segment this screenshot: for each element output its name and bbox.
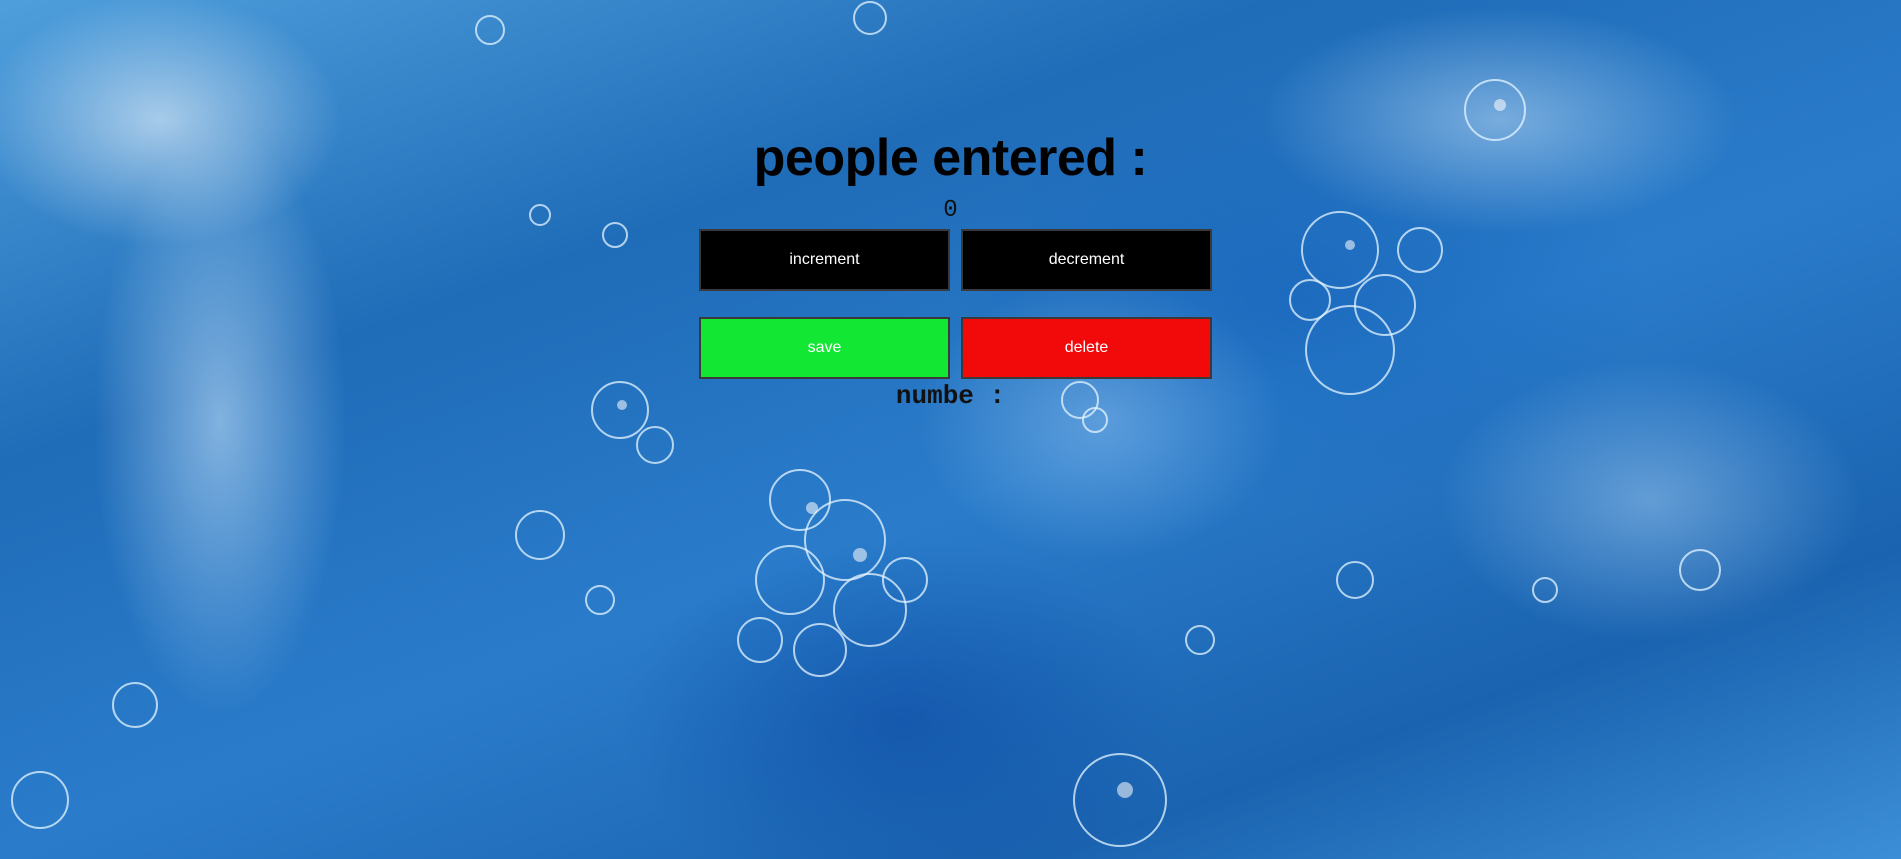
increment-button[interactable]: increment bbox=[699, 229, 950, 291]
saved-entries-label: numbe : bbox=[895, 381, 1006, 411]
page-title: people entered : bbox=[753, 129, 1148, 187]
decrement-button[interactable]: decrement bbox=[961, 229, 1212, 291]
delete-button[interactable]: delete bbox=[961, 317, 1212, 379]
people-count: 0 bbox=[943, 197, 958, 224]
save-button[interactable]: save bbox=[699, 317, 950, 379]
